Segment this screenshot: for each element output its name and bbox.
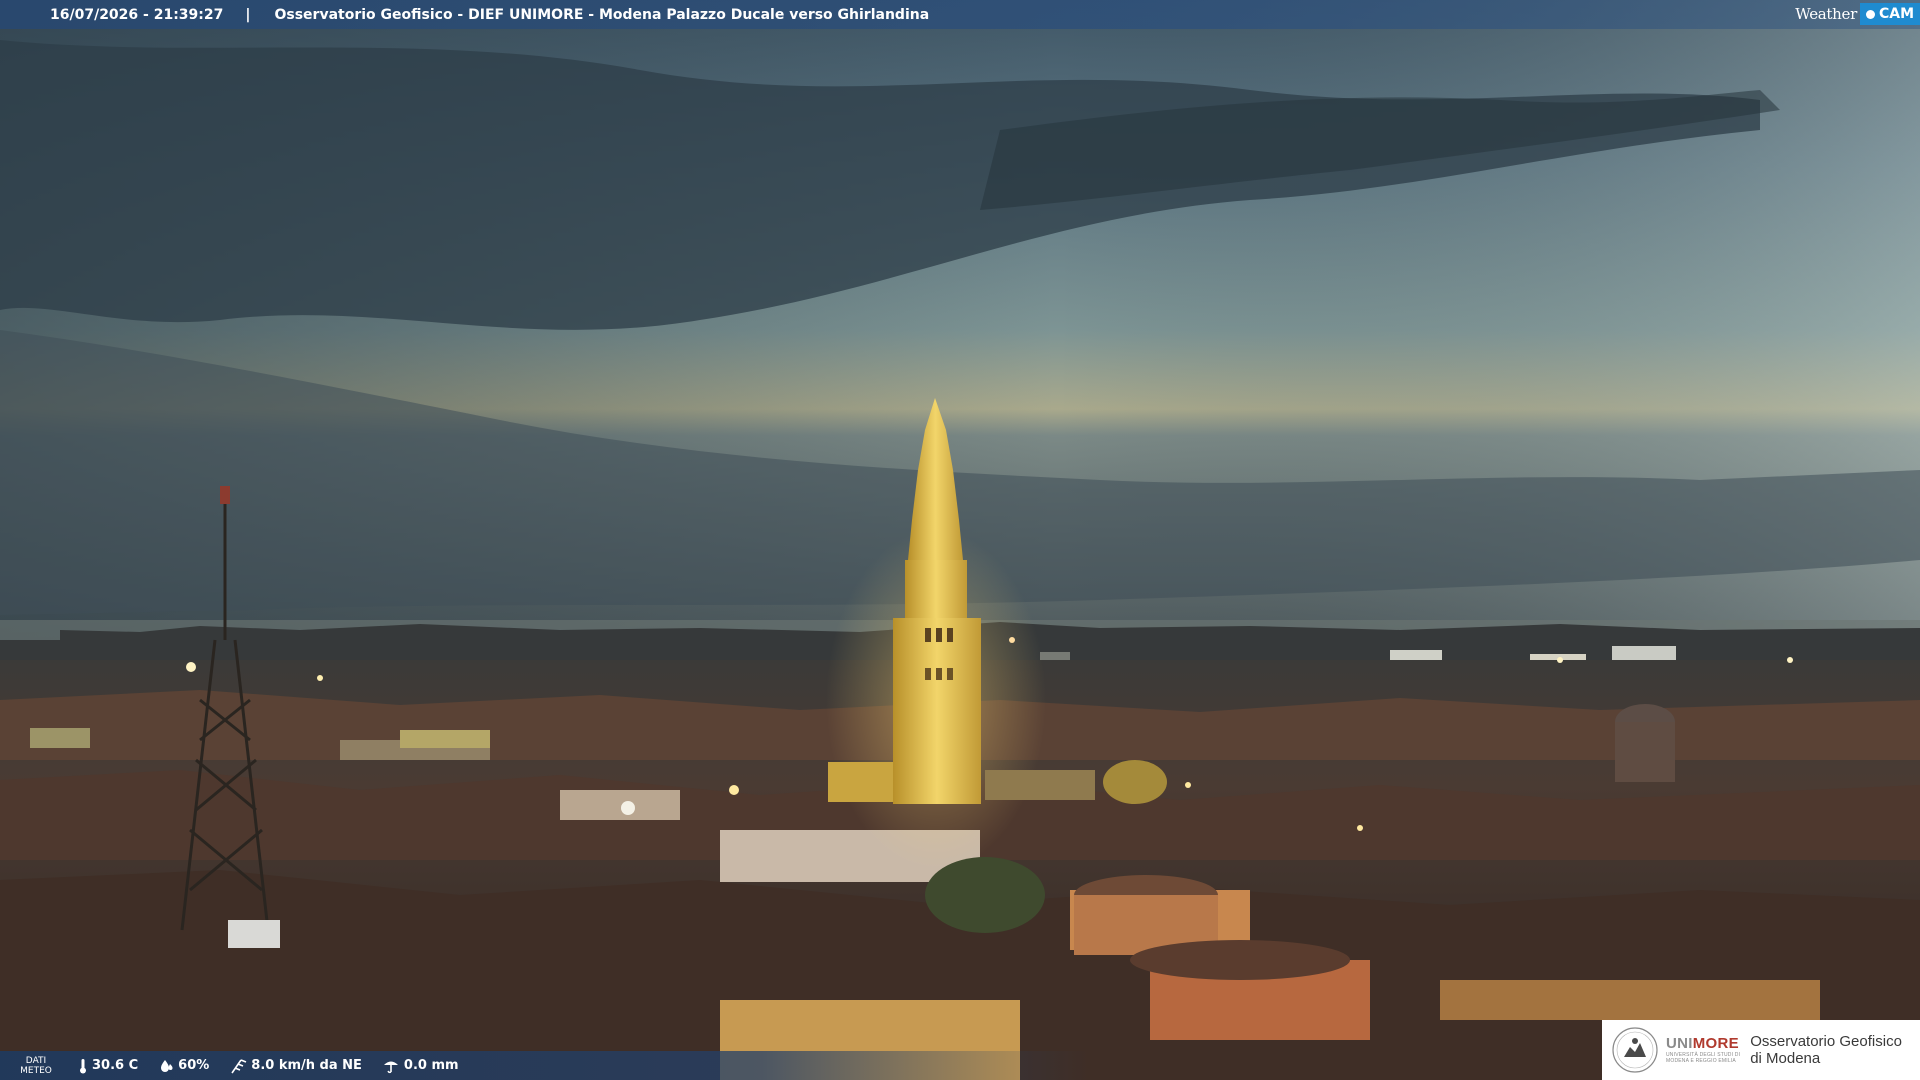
separator: | <box>245 6 251 23</box>
humidity-drop-icon <box>161 1059 173 1072</box>
dati-meteo-label: DATI METEO <box>14 1056 58 1076</box>
thermometer-icon <box>80 1058 86 1073</box>
wind-value: 8.0 km/h da NE <box>251 1058 362 1073</box>
wind-icon <box>231 1058 247 1073</box>
weathercam-cam-text: CAM <box>1878 6 1914 22</box>
weather-data-strip: DATI METEO 30.6 C 60% 8.0 km/h da NE 0.0… <box>0 1051 1090 1080</box>
unimore-subtitle-2: MODENA E REGGIO EMILIA <box>1666 1058 1736 1064</box>
rain-gauge-icon <box>383 1061 398 1073</box>
wind-reading: 8.0 km/h da NE <box>229 1058 362 1074</box>
observatory-line2: di Modena <box>1750 1050 1821 1067</box>
timestamp: 16/07/2026 - 21:39:27 <box>50 6 224 23</box>
weathercam-cam-block: CAM <box>1859 3 1920 25</box>
webcam-frame: 16/07/2026 - 21:39:27 | Osservatorio Geo… <box>0 0 1920 1080</box>
webcam-info-bar: 16/07/2026 - 21:39:27 | Osservatorio Geo… <box>0 0 1920 29</box>
weathercam-logo: Weather CAM <box>1795 0 1920 28</box>
camera-lens-icon <box>1865 9 1875 19</box>
observatory-line1: Osservatorio Geofisico <box>1750 1033 1902 1050</box>
weathercam-weather-text: Weather <box>1795 5 1857 23</box>
observatory-name: Osservatorio Geofisico di Modena <box>1750 1033 1902 1067</box>
unimore-name: UNIMORE <box>1666 1035 1739 1052</box>
dati-meteo-line2: METEO <box>20 1065 52 1076</box>
unimore-wordmark: UNIMORE UNIVERSITÀ DEGLI STUDI DI MODENA… <box>1666 1035 1740 1065</box>
rain-reading: 0.0 mm <box>382 1058 459 1074</box>
unimore-crest-icon <box>1612 1027 1658 1073</box>
temperature-reading: 30.6 C <box>78 1058 138 1074</box>
humidity-value: 60% <box>178 1058 210 1073</box>
unimore-logo-card: UNIMORE UNIVERSITÀ DEGLI STUDI DI MODENA… <box>1602 1020 1920 1080</box>
temperature-value: 30.6 C <box>92 1058 139 1073</box>
humidity-reading: 60% <box>158 1058 209 1074</box>
webcam-caption: Osservatorio Geofisico - DIEF UNIMORE - … <box>274 6 930 23</box>
webcam-scene <box>0 0 1920 1080</box>
dati-meteo-line1: DATI <box>25 1055 47 1066</box>
rain-value: 0.0 mm <box>403 1058 459 1073</box>
